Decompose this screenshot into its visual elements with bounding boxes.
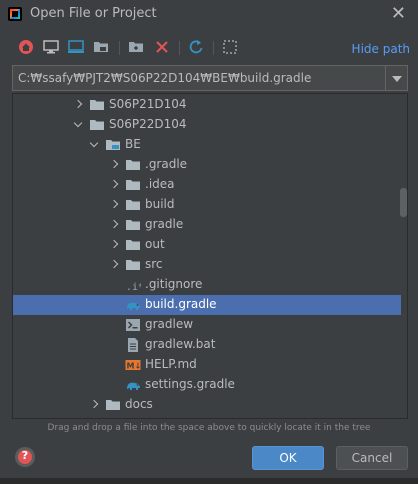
folder-icon — [126, 200, 140, 210]
chevron-right-icon[interactable] — [109, 200, 119, 210]
folder-icon — [126, 160, 140, 170]
tree-row[interactable]: .i* .gitignore — [13, 275, 401, 295]
tree-row-label: settings.gradle — [145, 377, 235, 391]
tree-row[interactable]: gradle — [13, 215, 401, 235]
tree-row[interactable]: .idea — [13, 175, 401, 195]
tree-row-label: .gitignore — [145, 277, 203, 291]
folder-icon — [126, 220, 140, 230]
tree-row[interactable]: build.gradle — [13, 295, 401, 315]
gradle-elephant-icon — [127, 302, 140, 310]
project-directory-icon[interactable] — [67, 38, 85, 56]
path-input[interactable]: C:₩ssafy₩PJT2₩S06P22D104₩BE₩build.gradle — [18, 71, 311, 85]
folder-icon — [90, 100, 104, 110]
toolbar-separator — [179, 41, 180, 55]
svg-text:.i*: .i* — [126, 282, 141, 293]
folder-icon — [106, 400, 120, 410]
hide-path-link[interactable]: Hide path — [352, 42, 410, 56]
tree-row-label: S06P21D104 — [109, 97, 187, 111]
chevron-right-icon[interactable] — [89, 400, 99, 410]
chevron-right-icon[interactable] — [73, 100, 83, 110]
tree-row[interactable]: S06P22D104 — [13, 115, 401, 135]
tree-row-label: .gradle — [145, 157, 188, 171]
tree-row-label: gradlew — [145, 317, 194, 331]
folder-icon — [90, 120, 104, 130]
tree-row-label: out — [145, 237, 165, 251]
ok-button[interactable]: OK — [252, 446, 324, 470]
tree-row-label: src — [145, 257, 163, 271]
tree-row-label: build.gradle — [145, 297, 217, 311]
chevron-down-icon[interactable] — [89, 140, 99, 150]
chevron-right-icon[interactable] — [109, 220, 119, 230]
tree-row[interactable]: BE — [13, 135, 401, 155]
delete-icon[interactable] — [153, 38, 171, 56]
tree-row[interactable]: src — [13, 255, 401, 275]
toolbar: Hide path — [0, 32, 418, 62]
new-folder-icon[interactable] — [127, 38, 145, 56]
toolbar-separator — [119, 41, 120, 55]
svg-text:M↓: M↓ — [127, 362, 142, 371]
tree-scrollbar-thumb[interactable] — [400, 188, 407, 217]
gradle-elephant-icon — [127, 382, 140, 390]
gitignore-icon: .i* — [126, 282, 141, 293]
tree-row[interactable]: out — [13, 235, 401, 255]
tree-row-label: S06P22D104 — [109, 117, 187, 131]
tree-row[interactable]: docs — [13, 395, 401, 415]
tree-row-label: gradle — [145, 217, 184, 231]
folder-icon — [126, 240, 140, 250]
background-edge — [0, 478, 418, 484]
chevron-right-icon[interactable] — [109, 240, 119, 250]
folder-icon — [126, 260, 140, 270]
tree-row-label: BE — [125, 137, 141, 151]
title-bar: Open File or Project ✕ — [0, 0, 418, 30]
tree-row-label: docs — [125, 397, 153, 411]
tree-row[interactable]: .gradle — [13, 155, 401, 175]
tree-row[interactable]: M↓ HELP.md — [13, 355, 401, 375]
desktop-icon[interactable] — [42, 38, 60, 56]
chevron-right-icon[interactable] — [109, 260, 119, 270]
tree-row[interactable]: build — [13, 195, 401, 215]
tree-row-label: build — [145, 197, 175, 211]
chevron-right-icon[interactable] — [109, 160, 119, 170]
chevron-down-icon[interactable] — [73, 120, 83, 130]
tree-row[interactable]: gradlew — [13, 315, 401, 335]
tree-row-label: .idea — [145, 177, 175, 191]
home-icon[interactable] — [17, 38, 35, 56]
help-button[interactable]: ? — [15, 447, 35, 467]
help-icon: ? — [21, 449, 29, 462]
tree-row[interactable]: S06P21D104 — [13, 95, 401, 115]
tree-row-label: gradlew.bat — [145, 337, 216, 351]
close-icon[interactable]: ✕ — [391, 3, 406, 24]
tree-row[interactable]: gradlew.bat — [13, 335, 401, 355]
markdown-icon: M↓ — [125, 360, 142, 371]
file-tree[interactable]: S06P21D104 S06P22D104 BE .gradle .idea build g… — [12, 93, 408, 419]
intellij-app-icon — [8, 7, 22, 21]
folder-icon — [126, 180, 140, 190]
tree-row[interactable]: settings.gradle — [13, 375, 401, 395]
dialog-title: Open File or Project — [30, 6, 157, 21]
tree-row-label: HELP.md — [145, 357, 197, 371]
chevron-right-icon[interactable] — [109, 180, 119, 190]
chevron-down-icon[interactable] — [385, 66, 407, 90]
module-directory-icon[interactable] — [92, 38, 110, 56]
shell-script-icon — [126, 319, 140, 331]
drag-drop-hint: Drag and drop a file into the space abov… — [47, 423, 371, 433]
module-folder-icon — [106, 140, 120, 150]
cancel-button[interactable]: Cancel — [336, 446, 408, 470]
path-field[interactable]: C:₩ssafy₩PJT2₩S06P22D104₩BE₩build.gradle — [12, 65, 408, 91]
text-file-icon — [128, 338, 138, 352]
refresh-icon[interactable] — [187, 38, 205, 56]
toolbar-separator — [213, 41, 214, 55]
show-hidden-files-icon[interactable] — [221, 38, 239, 56]
